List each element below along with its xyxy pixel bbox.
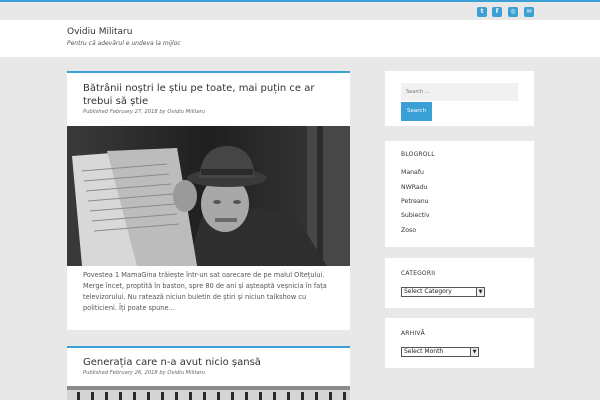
top-bar: t f ◎ ✉: [0, 2, 600, 20]
search-widget: Search: [385, 71, 534, 126]
blogroll-link[interactable]: Manafu: [401, 169, 424, 176]
categories-widget: CATEGORII Select Category ▼: [385, 258, 534, 308]
building-facade-photo: [67, 386, 350, 400]
widget-title: BLOGROLL: [401, 151, 435, 158]
chevron-down-icon: ▼: [476, 288, 484, 296]
site-title[interactable]: Ovidiu Militaru: [67, 27, 132, 37]
category-select[interactable]: Select Category ▼: [401, 287, 485, 297]
post-meta: Published February 26, 2018 by Ovidiu Mi…: [83, 370, 206, 376]
instagram-icon[interactable]: ◎: [508, 7, 518, 17]
blogroll-link[interactable]: Zoso: [401, 227, 416, 234]
blogroll-widget: BLOGROLL Manafu NWRadu Petreanu Subiecti…: [385, 141, 534, 247]
blogroll-link[interactable]: Petreanu: [401, 198, 429, 205]
twitter-icon[interactable]: t: [477, 7, 487, 17]
site-description: Pentru că adevărul e undeva la mijloc: [67, 40, 181, 47]
blogroll-link[interactable]: NWRadu: [401, 184, 428, 191]
category-select-value: Select Category: [404, 288, 452, 295]
archive-widget: ARHIVĂ Select Month ▼: [385, 318, 534, 368]
newspaper-reader-photo: [67, 126, 350, 266]
facebook-icon[interactable]: f: [492, 7, 502, 17]
post-featured-image[interactable]: [67, 386, 350, 400]
search-button[interactable]: Search: [401, 102, 432, 121]
site-header: Ovidiu Militaru Pentru că adevărul e und…: [0, 20, 600, 57]
email-icon[interactable]: ✉: [524, 7, 534, 17]
post-card: Generația care n-a avut nicio șansă Publ…: [67, 346, 350, 400]
post-featured-image[interactable]: [67, 126, 350, 266]
chevron-down-icon: ▼: [470, 348, 478, 356]
post-title[interactable]: Bătrânii noștri le știu pe toate, mai pu…: [83, 82, 338, 108]
widget-title: ARHIVĂ: [401, 330, 425, 337]
post-title[interactable]: Generația care n-a avut nicio șansă: [83, 356, 338, 369]
archive-select[interactable]: Select Month ▼: [401, 347, 479, 357]
archive-select-value: Select Month: [404, 348, 444, 355]
post-meta: Published February 27, 2018 by Ovidiu Mi…: [83, 109, 206, 115]
search-input[interactable]: [401, 83, 518, 101]
post-card: Bătrânii noștri le știu pe toate, mai pu…: [67, 71, 350, 330]
post-excerpt: Povestea 1 MamaGina trăiește într-un sat…: [83, 271, 327, 312]
widget-title: CATEGORII: [401, 270, 436, 277]
blogroll-link[interactable]: Subiectiv: [401, 212, 430, 219]
